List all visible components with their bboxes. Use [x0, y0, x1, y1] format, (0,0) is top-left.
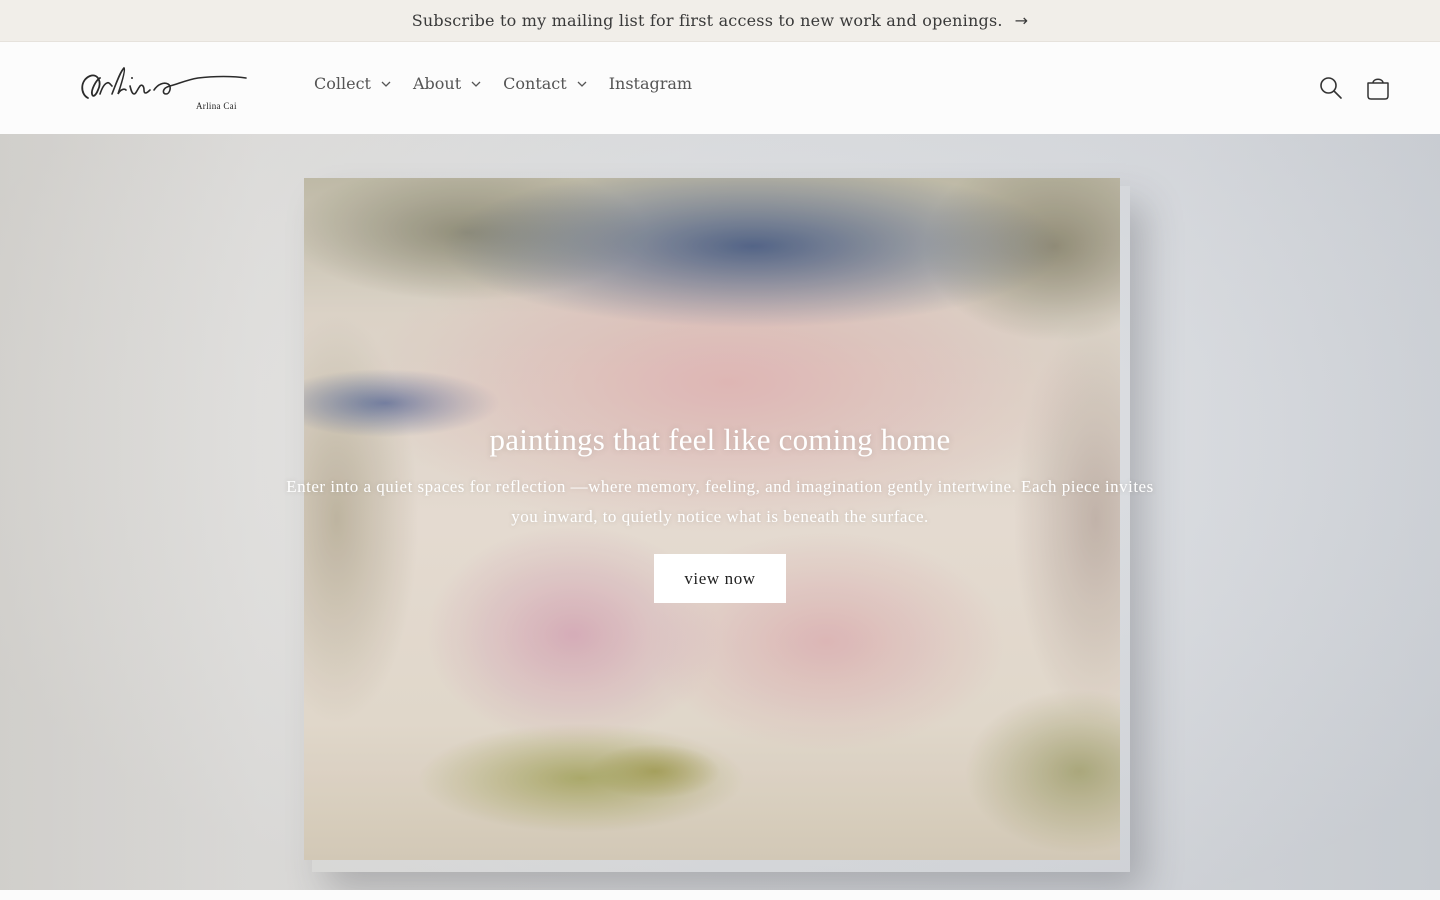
search-icon[interactable] [1318, 75, 1344, 101]
hero-title: paintings that feel like coming home [489, 422, 951, 457]
nav-item-about[interactable]: About [413, 74, 481, 93]
logo-subtitle: Arlina Cai [196, 101, 237, 111]
logo-signature-icon [81, 66, 247, 99]
main-nav: Collect About Contact Instagram [314, 74, 692, 93]
chevron-down-icon [471, 81, 481, 87]
hero-content: paintings that feel like coming home Ent… [0, 422, 1440, 603]
announcement-bar[interactable]: Subscribe to my mailing list for first a… [0, 0, 1440, 42]
nav-item-label: Collect [314, 74, 371, 93]
view-now-button[interactable]: view now [654, 554, 786, 603]
announcement-text[interactable]: Subscribe to my mailing list for first a… [412, 11, 1003, 30]
nav-item-label: Instagram [608, 74, 693, 93]
nav-item-label: Contact [503, 74, 567, 93]
arrow-right-icon[interactable]: → [1015, 11, 1029, 30]
hero-banner: paintings that feel like coming home Ent… [0, 134, 1440, 890]
nav-item-label: About [412, 74, 462, 93]
cart-icon[interactable] [1365, 75, 1391, 101]
chevron-down-icon [577, 81, 587, 87]
logo[interactable]: Arlina Cai [74, 64, 250, 118]
nav-item-collect[interactable]: Collect [314, 74, 391, 93]
site-header: Arlina Cai Collect About Contact Instagr… [0, 42, 1440, 134]
nav-item-contact[interactable]: Contact [503, 74, 587, 93]
hero-description: Enter into a quiet spaces for reflection… [286, 477, 1154, 526]
chevron-down-icon [381, 81, 391, 87]
nav-item-instagram[interactable]: Instagram [609, 74, 692, 93]
